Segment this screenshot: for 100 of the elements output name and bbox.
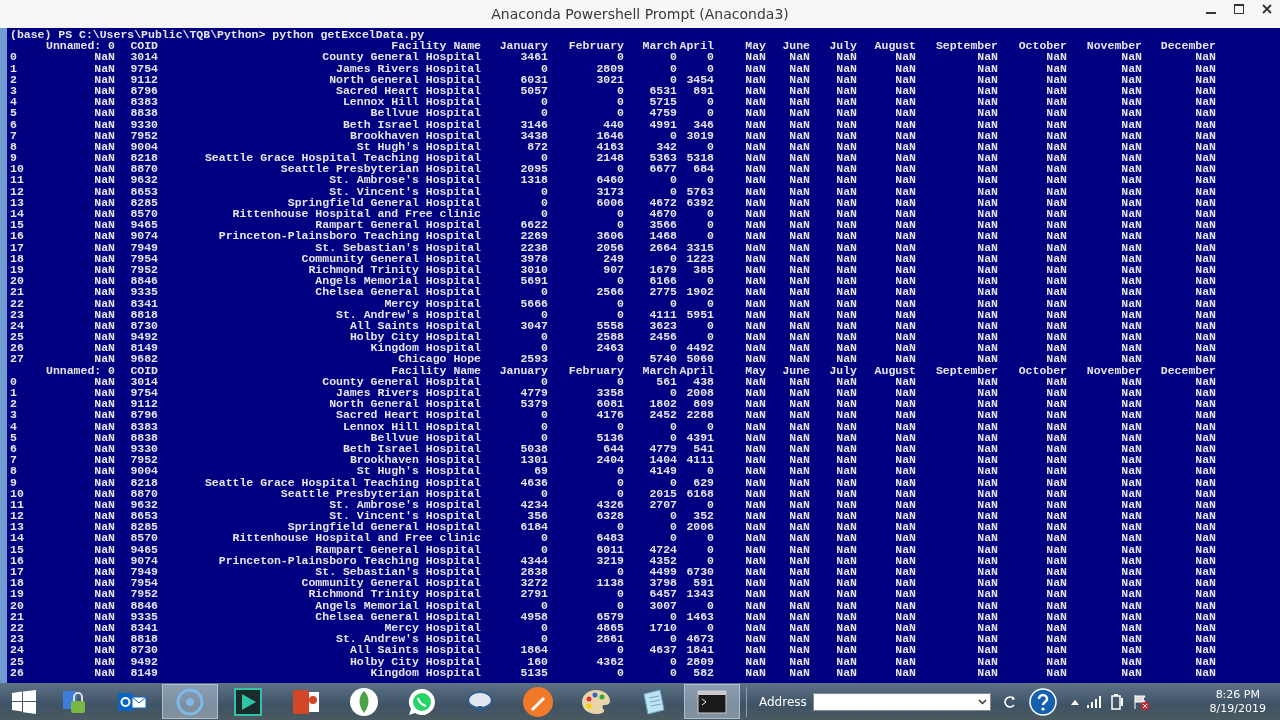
table-cell-text: 5763 (685, 185, 714, 197)
table-cell-text: 0 (616, 521, 624, 533)
table-cell-text: NaN (744, 532, 766, 544)
table-cell-text: Bellvue Hospital (369, 431, 481, 443)
table-cell-text: NaN (1045, 174, 1067, 186)
table-cell-text: NaN (976, 487, 998, 499)
table-cell-text: NaN (93, 140, 115, 153)
row-index: 14 (10, 208, 25, 220)
table-cell-text: NaN (1120, 599, 1142, 611)
battery-icon[interactable] (1110, 693, 1125, 710)
table-cell-text: 6730 (685, 566, 714, 578)
table-cell-text: 9465 (129, 219, 158, 231)
table-cell-text: NaN (1120, 487, 1142, 499)
table-cell-text: 0 (669, 73, 677, 85)
table-cell-text: 8383 (129, 420, 158, 432)
table-cell-text: NaN (835, 398, 857, 410)
table-cell-text: NaN (1120, 152, 1142, 164)
table-cell-text: NaN (788, 375, 810, 387)
table-cell-text: NaN (835, 140, 857, 153)
table-cell-text: NaN (744, 588, 766, 600)
flag-icon[interactable] (1132, 693, 1149, 710)
signal-bars-icon[interactable] (1086, 695, 1103, 708)
table-cell-text: NaN (1045, 554, 1067, 566)
table-cell-text: St. Ambrose's Hospital (328, 174, 481, 186)
table-cell-text: NaN (894, 96, 916, 108)
table-cell-text: NaN (894, 241, 916, 253)
table-cell-text: NaN (1045, 241, 1067, 253)
row-index: 22 (10, 297, 25, 309)
column-header: November (1085, 364, 1142, 376)
table-cell-text: NaN (976, 219, 998, 231)
table-cell-text: NaN (894, 73, 916, 85)
table-cell-text: 4724 (648, 543, 677, 555)
table-cell-text: NaN (744, 152, 766, 164)
table-cell-text: NaN (93, 532, 115, 544)
table-cell-text: NaN (894, 129, 916, 141)
table-cell-text: NaN (788, 644, 810, 656)
table-cell-text: NaN (1045, 342, 1067, 354)
table-cell-text: NaN (1045, 566, 1067, 578)
table-cell-text: NaN (1120, 387, 1142, 399)
table-cell-text: NaN (1120, 532, 1142, 544)
table-cell-text: NaN (1194, 387, 1216, 399)
row-index: 25 (10, 331, 25, 343)
table-cell-text: 0 (706, 107, 714, 119)
table-cell-text: 0 (706, 554, 714, 566)
table-cell-text: 4991 (648, 118, 677, 130)
table-cell-text: 591 (692, 577, 714, 589)
close-button[interactable] (1260, 2, 1274, 16)
table-cell-text: NaN (835, 498, 857, 511)
table-cell-text: 0 (706, 498, 714, 511)
table-cell-text: NaN (976, 554, 998, 566)
table-cell-text: Chelsea General Hospital (314, 286, 481, 298)
table-cell-text: NaN (1045, 655, 1067, 667)
table-cell-text: County General Hospital (321, 51, 481, 63)
table-cell-text: 9754 (129, 387, 158, 399)
table-cell-text: 684 (692, 163, 714, 175)
table-cell-text: NaN (744, 476, 766, 488)
table-cell-text: NaN (894, 196, 916, 208)
table-cell-text: Chicago Hope (398, 353, 481, 365)
address-label: Address (759, 694, 807, 709)
table-cell-text: NaN (1120, 107, 1142, 119)
table-cell-text: NaN (894, 655, 916, 667)
row-index: 3 (10, 84, 18, 97)
table-cell-text: NaN (93, 644, 115, 656)
table-cell-text: NaN (976, 118, 998, 130)
table-cell-text: 2838 (519, 566, 548, 578)
address-field[interactable] (812, 692, 991, 711)
table-cell-text: NaN (788, 353, 810, 365)
column-header: June (781, 40, 810, 52)
table-cell-text: NaN (835, 431, 857, 443)
table-cell-text: NaN (788, 208, 810, 220)
table-cell-text: 0 (706, 420, 714, 432)
table-cell-text: NaN (1194, 319, 1216, 332)
table-cell-text: NaN (744, 454, 766, 466)
row-index: 12 (10, 510, 25, 522)
table-cell-text: NaN (894, 621, 916, 634)
table-cell-text: NaN (835, 308, 857, 320)
table-cell-text: NaN (976, 476, 998, 488)
table-cell-text: 4352 (648, 554, 677, 566)
chevron-up-icon[interactable] (1070, 698, 1079, 705)
row-index: 13 (10, 521, 25, 533)
help-button[interactable] (1028, 687, 1057, 716)
table-cell-text: NaN (788, 308, 810, 320)
help-icon (1028, 687, 1057, 716)
row-index: 5 (10, 107, 18, 119)
row-index: 14 (10, 532, 25, 544)
table-cell-text: NaN (1120, 308, 1142, 320)
column-header: Facility Name (391, 40, 481, 52)
table-cell-text: NaN (744, 342, 766, 354)
dropdown-caret-icon (977, 698, 987, 705)
table-cell-text: St Hugh's Hospital (355, 140, 481, 153)
table-cell-text: Rampart General Hospital (314, 543, 481, 555)
table-cell-text: 0 (706, 331, 714, 343)
clock-date: 8/19/2019 (1209, 701, 1266, 716)
maximize-button[interactable] (1232, 2, 1246, 16)
table-cell-text: 9465 (129, 543, 158, 555)
taskbar-app-button[interactable] (684, 684, 740, 719)
table-cell-text: 8796 (129, 409, 158, 421)
table-cell-text: 7952 (129, 129, 158, 141)
refresh-button[interactable] (1002, 694, 1017, 709)
terminal-icon (697, 689, 727, 714)
